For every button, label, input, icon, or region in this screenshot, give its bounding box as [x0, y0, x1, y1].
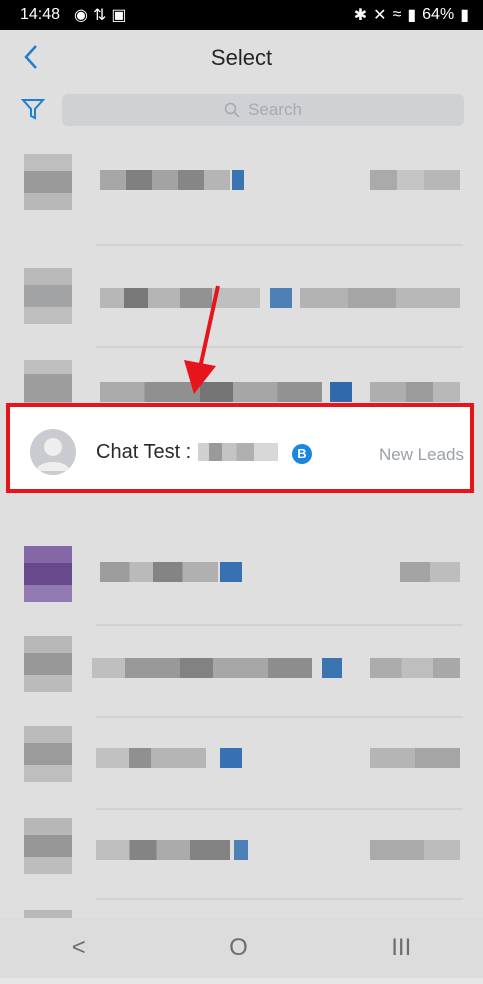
app-screen: Select Search — [0, 30, 483, 978]
blurred-tag — [370, 382, 460, 402]
blurred-name — [100, 170, 230, 190]
nav-recents-button[interactable]: III — [391, 934, 411, 962]
sync-icon: ⇅ — [92, 7, 107, 24]
status-right: ✱ ✕ ≈ ▮ 64% ▮ — [354, 5, 469, 25]
list-item[interactable] — [0, 140, 483, 228]
blurred-badge — [220, 562, 242, 582]
list-item[interactable] — [0, 254, 483, 342]
blurred-badge — [270, 288, 292, 308]
blurred-name — [92, 658, 312, 678]
signal-icon: ▮ — [407, 7, 417, 24]
contact-badge: B — [292, 444, 312, 464]
blurred-tag — [370, 658, 460, 678]
search-icon — [224, 102, 240, 118]
avatar — [24, 154, 72, 210]
highlighted-contact-row[interactable]: Chat Test : B New Leads — [6, 403, 474, 493]
blurred-tag — [370, 748, 460, 768]
search-input[interactable]: Search — [62, 94, 464, 126]
avatar — [24, 268, 72, 324]
avatar — [30, 429, 76, 475]
divider — [96, 244, 463, 246]
user-icon — [36, 438, 70, 471]
blurred-badge — [322, 658, 342, 678]
list-item[interactable] — [0, 532, 483, 620]
status-time: 14:48 — [20, 6, 61, 23]
bluetooth-icon: ✱ — [353, 7, 368, 24]
mute-icon: ✕ — [373, 7, 387, 24]
search-placeholder: Search — [248, 100, 302, 119]
page-title: Select — [210, 45, 273, 70]
header: Select — [0, 30, 483, 86]
blurred-name — [96, 840, 230, 860]
image-icon: ▣ — [111, 7, 127, 24]
nav-home-button[interactable]: O — [229, 934, 248, 962]
blurred-badge — [330, 382, 352, 402]
avatar — [24, 726, 72, 782]
wifi-icon: ≈ — [392, 6, 402, 23]
list-item[interactable] — [0, 712, 483, 800]
annotation-arrow-icon — [184, 285, 220, 394]
contact-name: Chat Test : — [96, 441, 192, 463]
system-navigation-bar: < O III — [0, 918, 483, 978]
filter-icon[interactable] — [20, 96, 46, 122]
status-bar: 14:48 ◉ ⇅ ▣ ✱ ✕ ≈ ▮ 64% ▮ — [0, 0, 483, 30]
battery-level: 64% — [422, 6, 455, 23]
nav-back-button[interactable]: < — [72, 934, 86, 962]
status-left-icons: ◉ ⇅ ▣ — [74, 5, 127, 25]
battery-icon: ▮ — [460, 7, 469, 24]
avatar — [24, 546, 72, 602]
blurred-badge — [232, 170, 244, 190]
list-item[interactable] — [0, 804, 483, 892]
gear-icon: ◉ — [74, 7, 88, 24]
search-row: Search — [0, 92, 483, 128]
contact-name-redacted — [198, 443, 278, 461]
blurred-badge — [220, 748, 242, 768]
list-item[interactable] — [0, 622, 483, 710]
avatar — [24, 818, 72, 874]
avatar — [24, 636, 72, 692]
contact-tag: New Leads — [378, 445, 464, 464]
blurred-tag — [300, 288, 460, 308]
blurred-badge — [234, 840, 248, 860]
blurred-name — [100, 562, 218, 582]
blurred-tag — [370, 840, 460, 860]
blurred-tag — [370, 170, 460, 190]
blurred-tag — [400, 562, 460, 582]
blurred-name — [96, 748, 206, 768]
